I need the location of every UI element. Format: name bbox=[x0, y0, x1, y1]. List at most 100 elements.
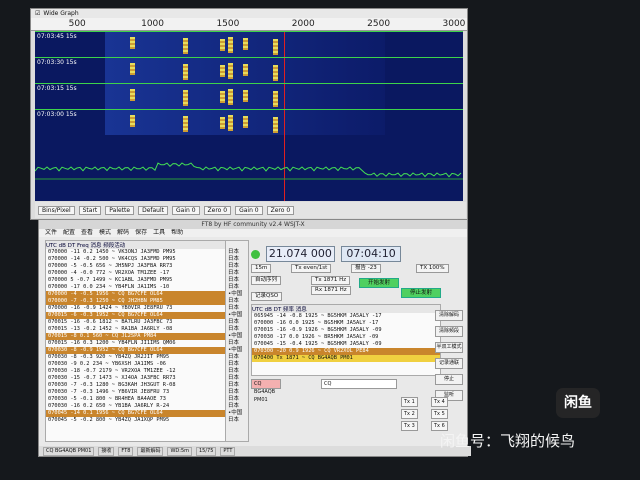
main-window: FT8 by HF community v2.4 WSJT-X 文件 配置 查看 模式… bbox=[38, 219, 471, 457]
rx-frequency-spinner[interactable]: Rx 1871 Hz bbox=[311, 286, 351, 295]
decode-row[interactable]: 070000 -17 0.0 234 ~ YB4FLN JA1IMS -10 bbox=[46, 284, 226, 291]
decode-row[interactable]: 070000 -11 0.2 1450 ~ VK3ONJ JA3FMD PM95 bbox=[46, 249, 226, 256]
rx-frequency-list[interactable]: UTC dB DT 频率 消息 065945 -14 -0.8 1925 ~ B… bbox=[251, 304, 441, 376]
menu-item[interactable]: 配置 bbox=[63, 229, 75, 237]
rx-decode-row[interactable]: 070300 -20 0.9 1926 ~ CQ VR2XOL PE84 bbox=[252, 348, 440, 355]
period-timestamp: 07:03:45 15s bbox=[37, 33, 77, 40]
band-activity-list[interactable]: UTC dB DT Freq 消息 频段活动 070000 -11 0.2 14… bbox=[45, 240, 227, 442]
rx-decode-row[interactable]: 065945 -14 -0.8 1925 ~ BG5HKM JA5ALY -17 bbox=[252, 313, 440, 320]
waterfall-control[interactable]: Gain 0 bbox=[172, 205, 200, 215]
side-button[interactable]: 半双工模式 bbox=[435, 342, 463, 353]
country-cell: 日本 bbox=[228, 396, 240, 402]
tx-slot-button[interactable]: Tx 2 bbox=[401, 409, 418, 419]
band-selector[interactable]: 15m bbox=[251, 264, 272, 273]
decoded-signal-trace bbox=[273, 65, 279, 81]
rx-decode-row[interactable]: 070015 -16 -0.9 1926 ~ BG5HKM JA5ALY -09 bbox=[252, 327, 440, 334]
waterfall-control[interactable]: Gain 0 bbox=[235, 205, 263, 215]
menu-item[interactable]: 保存 bbox=[135, 229, 147, 237]
tx-slot-button[interactable]: Tx 1 bbox=[401, 397, 418, 407]
country-cell: 日本 bbox=[228, 340, 240, 346]
menu-item[interactable]: 查看 bbox=[81, 229, 93, 237]
decode-row[interactable]: 070000 -4 -0.5 1956 ~ CQ BG7CFE OL64 bbox=[46, 291, 226, 298]
decoded-signal-trace bbox=[273, 117, 279, 133]
tx-power-spinner[interactable]: TX 100% bbox=[416, 264, 449, 273]
decoded-signal-trace bbox=[227, 115, 233, 131]
country-cell: 日本 bbox=[228, 277, 240, 283]
decode-row[interactable]: 070030 -18 -0.7 2179 ~ VR2XOA TM1ZEE -12 bbox=[46, 368, 226, 375]
decode-row[interactable]: 070030 -15 -0.7 1473 ~ XJ4OA JA3FBC RR73 bbox=[46, 375, 226, 382]
menu-item[interactable]: 解码 bbox=[117, 229, 129, 237]
waterfall-control[interactable]: Palette bbox=[105, 205, 135, 215]
window-menu-icon[interactable]: ☑ bbox=[35, 10, 40, 17]
decode-row[interactable]: 070000 -14 -0.2 500 ~ VK4CQS JA3FMD PM95 bbox=[46, 256, 226, 263]
log-qso-button[interactable]: 记录QSO bbox=[251, 292, 283, 301]
decode-row[interactable]: 070030 -7 -0.3 1280 ~ BG3KAH JH3GUT R-08 bbox=[46, 382, 226, 389]
enable-tx-button[interactable]: 开始发射 bbox=[359, 278, 399, 288]
decoded-signal-trace bbox=[273, 39, 279, 55]
dial-frequency[interactable]: 21.074 000 bbox=[265, 246, 336, 262]
decode-row[interactable]: 070030 -9 0.2 234 ~ YB6XSH JA1IMS -06 bbox=[46, 361, 226, 368]
menu-item[interactable]: 工具 bbox=[153, 229, 165, 237]
country-header-spacer bbox=[226, 241, 248, 249]
waterfall-control[interactable]: Default bbox=[138, 205, 169, 215]
halt-tx-button[interactable]: 停止发射 bbox=[401, 288, 441, 298]
band-activity-header: UTC dB DT Freq 消息 频段活动 bbox=[46, 241, 226, 249]
rx-decode-row[interactable]: 070000 -16 0.0 1925 ~ BG5HKM JA5ALY -17 bbox=[252, 320, 440, 327]
side-button[interactable]: 记录通联 bbox=[435, 358, 463, 369]
decode-row[interactable]: 070015 -16 0.3 1200 ~ YB4FLN JI1IMS QM06 bbox=[46, 340, 226, 347]
decode-row[interactable]: 070000 5 -0.7 1499 ~ KC1ABL JA3FMD PM95 bbox=[46, 277, 226, 284]
country-cell: 日本 bbox=[228, 389, 240, 395]
waterfall-control[interactable]: Start bbox=[78, 205, 102, 215]
menu-item[interactable]: 文件 bbox=[45, 229, 57, 237]
waterfall-period: 07:03:15 15s bbox=[35, 83, 463, 109]
decode-row[interactable]: 070000 -7 -0.3 1250 ~ CQ JH2HBN PM85 bbox=[46, 298, 226, 305]
tx-message-field[interactable]: CQ bbox=[321, 379, 397, 389]
tx-settings-panel: 15m Tx even/1st 报告 -23 TX 100% Tx 1871 H… bbox=[251, 264, 449, 301]
frequency-tick-label: 1000 bbox=[141, 19, 164, 29]
decode-row[interactable]: 070045 -14 0.1 1956 ~ CQ BG7CFE OL64 bbox=[46, 410, 226, 417]
decode-row[interactable]: 070030 -16 0.2 650 ~ YB1BA JA6RLY R-24 bbox=[46, 403, 226, 410]
status-cell: FT8 bbox=[118, 446, 134, 456]
waterfall-control[interactable]: Zero 0 bbox=[266, 205, 295, 215]
tx-slot-button[interactable]: Tx 4 bbox=[431, 397, 448, 407]
decode-row[interactable]: 070000 -4 -0.0 772 ~ VR2XOA TM1ZEE -17 bbox=[46, 270, 226, 277]
decode-row[interactable]: 070015 -13 -0.2 1452 ~ RA1BA JA6RLY -08 bbox=[46, 326, 226, 333]
menu-item[interactable]: 模式 bbox=[99, 229, 111, 237]
dial-status-led bbox=[251, 249, 260, 259]
decode-row[interactable]: 070000 -16 -0.9 1424 ~ YB0VIR JE8FRU 73 bbox=[46, 305, 226, 312]
period-separator bbox=[35, 31, 463, 32]
rx-decode-row[interactable]: 070400 Tx 1871 ~ CQ BG4AQB PM01 bbox=[252, 355, 440, 362]
menu-item[interactable]: 帮助 bbox=[171, 229, 183, 237]
side-button[interactable]: 清除频段 bbox=[435, 326, 463, 337]
report-spinner[interactable]: 报告 -23 bbox=[351, 264, 381, 273]
tx-slot-button[interactable]: Tx 3 bbox=[401, 421, 418, 431]
decode-row[interactable]: 070030 -8 -0.9 1952 ~ CQ BG7CFE OL64 bbox=[46, 347, 226, 354]
decode-row[interactable]: 070030 -5 -0.1 800 ~ BR4HEA BA4AOE 73 bbox=[46, 396, 226, 403]
decode-row[interactable]: 070045 -5 -0.2 800 ~ YB4ZQ JA1XQP PM95 bbox=[46, 417, 226, 424]
rx-decode-row[interactable]: 070045 -15 -0.4 1925 ~ BG5HKM JA5ALY -09 bbox=[252, 341, 440, 348]
decoded-signal-trace bbox=[220, 39, 226, 51]
tx-slot-button[interactable]: Tx 5 bbox=[431, 409, 448, 419]
status-cell: PTT bbox=[220, 446, 236, 456]
decode-row[interactable]: 070015 -16 -0.6 1812 ~ BA7LRU JA3FBC 73 bbox=[46, 319, 226, 326]
rx-decode-row[interactable]: 070030 -17 0.0 1926 ~ BR5HKM JA5ALY -09 bbox=[252, 334, 440, 341]
decode-row[interactable]: 070030 -8 -0.3 920 ~ YB4ZQ JR2JIT PM95 bbox=[46, 354, 226, 361]
country-cell: 日本 bbox=[228, 354, 240, 360]
tx-even-checkbox[interactable]: Tx even/1st bbox=[291, 264, 332, 273]
auto-seq-checkbox[interactable]: 自动序列 bbox=[251, 276, 282, 285]
decode-row[interactable]: 070015 -6 -0.3 1952 ~ CQ BG7CFE OL64 bbox=[46, 312, 226, 319]
tx-frequency-spinner[interactable]: Tx 1871 Hz bbox=[311, 276, 351, 285]
waterfall-plot[interactable]: 07:03:45 15s 07:03:30 15s 07:03:15 15s 07:0… bbox=[35, 31, 463, 201]
side-button[interactable]: 清除解码 bbox=[435, 310, 463, 321]
tx-message-1[interactable]: CQ BG4AQB PM01 bbox=[251, 379, 281, 403]
frequency-tick-label: 2000 bbox=[291, 19, 315, 29]
decoded-signal-trace bbox=[227, 89, 233, 105]
country-cell: 日本 bbox=[228, 403, 240, 409]
waterfall-control[interactable]: Zero 0 bbox=[203, 205, 232, 215]
decode-row[interactable]: 070030 -7 -0.3 1496 ~ YB6VIR JE8FRU 73 bbox=[46, 389, 226, 396]
decode-row[interactable]: 070000 -5 -0.5 656 ~ JH5NPJ JA3FBA RR73 bbox=[46, 263, 226, 270]
waterfall-control[interactable]: Bins/Pixel bbox=[38, 205, 75, 215]
decode-row[interactable]: 070015 -8 0.1 560 ~ CQ JL2SPA PM84 bbox=[46, 333, 226, 340]
status-bar: CQ BG4AQB PM01 接收 FT8 最新解码 WD:5m 15/75 PTT bbox=[39, 446, 471, 456]
country-cell: 日本 bbox=[228, 270, 240, 276]
